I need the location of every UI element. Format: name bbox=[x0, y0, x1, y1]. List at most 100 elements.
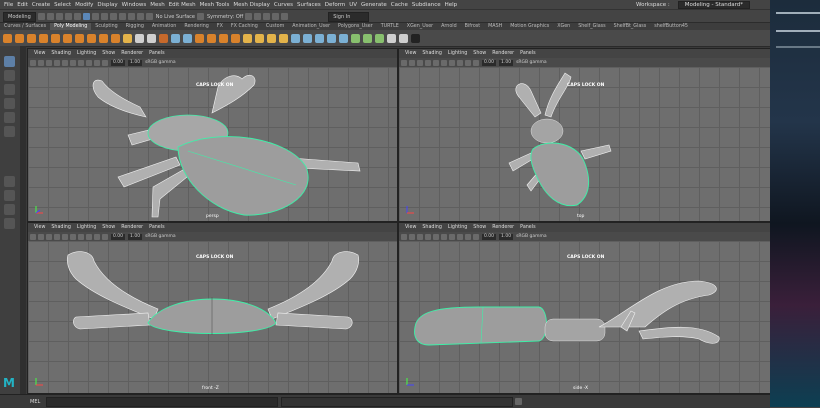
wireframe-icon[interactable] bbox=[417, 59, 423, 66]
exposure-field[interactable]: 0.00 bbox=[482, 233, 497, 240]
panel-menu-view[interactable]: View bbox=[405, 225, 416, 230]
shadows-icon[interactable] bbox=[449, 233, 455, 240]
select-component-icon[interactable] bbox=[100, 13, 108, 20]
gamma-field[interactable]: 1.00 bbox=[499, 233, 514, 240]
script-editor-icon[interactable] bbox=[515, 398, 523, 405]
xray-icon[interactable] bbox=[102, 59, 108, 66]
panel-menu-show[interactable]: Show bbox=[102, 51, 115, 56]
shadows-icon[interactable] bbox=[78, 233, 84, 240]
menu-modify[interactable]: Modify bbox=[75, 2, 93, 8]
snap-view-plane-icon[interactable] bbox=[136, 13, 144, 20]
menu-windows[interactable]: Windows bbox=[122, 2, 147, 8]
poly-plane-icon[interactable] bbox=[63, 33, 72, 43]
ipr-render-icon[interactable] bbox=[254, 13, 262, 20]
lights-icon[interactable] bbox=[441, 233, 447, 240]
poly-disc-icon[interactable] bbox=[75, 33, 84, 43]
target-weld-icon[interactable] bbox=[303, 33, 312, 43]
smooth-icon[interactable] bbox=[183, 33, 192, 43]
grid-icon[interactable] bbox=[38, 233, 44, 240]
insert-edge-loop-icon[interactable] bbox=[339, 33, 348, 43]
symmetry-icon[interactable] bbox=[197, 13, 204, 20]
isolate-icon[interactable] bbox=[465, 59, 471, 66]
connect-icon[interactable] bbox=[315, 33, 324, 43]
menu-curves[interactable]: Curves bbox=[274, 2, 293, 8]
symmetry-dropdown[interactable]: Symmetry: Off bbox=[207, 14, 243, 20]
poly-pipe-icon[interactable] bbox=[99, 33, 108, 43]
wireframe-icon[interactable] bbox=[417, 233, 423, 240]
snap-grid-icon[interactable] bbox=[109, 13, 117, 20]
ao-icon[interactable] bbox=[457, 59, 463, 66]
smooth-shade-icon[interactable] bbox=[425, 59, 431, 66]
bevel-icon[interactable] bbox=[267, 33, 276, 43]
rotate-tool-icon[interactable] bbox=[4, 112, 15, 123]
custom-shelf-button-icon[interactable] bbox=[411, 33, 420, 43]
lights-icon[interactable] bbox=[70, 59, 76, 66]
panel-menu-renderer[interactable]: Renderer bbox=[121, 225, 143, 230]
panel-menu-panels[interactable]: Panels bbox=[149, 225, 164, 230]
color-space-dropdown[interactable]: sRGB gamma bbox=[145, 60, 176, 65]
paint-select-tool-icon[interactable] bbox=[4, 84, 15, 95]
menu-edit-mesh[interactable]: Edit Mesh bbox=[169, 2, 196, 8]
sign-in-button[interactable]: Sign In bbox=[328, 11, 370, 22]
panel-menu-show[interactable]: Show bbox=[102, 225, 115, 230]
menu-deform[interactable]: Deform bbox=[325, 2, 345, 8]
select-tool-icon[interactable] bbox=[4, 56, 15, 67]
wireframe-icon[interactable] bbox=[46, 233, 52, 240]
textured-icon[interactable] bbox=[62, 59, 68, 66]
hypershade-icon[interactable] bbox=[272, 13, 280, 20]
viewport-canvas[interactable]: CAPS LOCK ON top bbox=[399, 67, 770, 221]
panel-menu-renderer[interactable]: Renderer bbox=[492, 225, 514, 230]
panel-menu-panels[interactable]: Panels bbox=[520, 51, 535, 56]
shadows-icon[interactable] bbox=[449, 59, 455, 66]
lights-icon[interactable] bbox=[70, 233, 76, 240]
panel-menu-shading[interactable]: Shading bbox=[51, 225, 71, 230]
xray-icon[interactable] bbox=[102, 233, 108, 240]
quad-draw-icon[interactable] bbox=[327, 33, 336, 43]
panel-menu-renderer[interactable]: Renderer bbox=[492, 51, 514, 56]
snap-point-icon[interactable] bbox=[127, 13, 135, 20]
ao-icon[interactable] bbox=[457, 233, 463, 240]
ao-icon[interactable] bbox=[86, 233, 92, 240]
delete-history-icon[interactable] bbox=[399, 33, 408, 43]
redo-icon[interactable] bbox=[73, 13, 81, 20]
gamma-field[interactable]: 1.00 bbox=[128, 59, 143, 66]
open-scene-icon[interactable] bbox=[46, 13, 54, 20]
textured-icon[interactable] bbox=[433, 59, 439, 66]
automatic-uv-icon[interactable] bbox=[363, 33, 372, 43]
viewport-canvas[interactable]: CAPS LOCK ON side -X bbox=[399, 241, 770, 393]
xray-icon[interactable] bbox=[473, 59, 479, 66]
viewport-canvas[interactable]: CAPS LOCK ON persp bbox=[28, 67, 397, 221]
color-space-dropdown[interactable]: sRGB gamma bbox=[516, 60, 547, 65]
type-tool-icon[interactable] bbox=[135, 33, 144, 43]
camera-icon[interactable] bbox=[401, 59, 407, 66]
planar-uv-icon[interactable] bbox=[351, 33, 360, 43]
exposure-field[interactable]: 0.00 bbox=[111, 233, 126, 240]
smooth-shade-icon[interactable] bbox=[54, 59, 60, 66]
menu-file[interactable]: File bbox=[4, 2, 13, 8]
viewport-front[interactable]: View Shading Lighting Show Renderer Pane… bbox=[27, 222, 398, 394]
render-settings-icon[interactable] bbox=[263, 13, 271, 20]
select-object-icon[interactable] bbox=[91, 13, 99, 20]
menu-help[interactable]: Help bbox=[445, 2, 458, 8]
panel-menu-shading[interactable]: Shading bbox=[422, 51, 442, 56]
exposure-field[interactable]: 0.00 bbox=[482, 59, 497, 66]
panel-menu-renderer[interactable]: Renderer bbox=[121, 51, 143, 56]
panel-menu-lighting[interactable]: Lighting bbox=[448, 225, 467, 230]
panel-menu-panels[interactable]: Panels bbox=[520, 225, 535, 230]
viewport-canvas[interactable]: CAPS LOCK ON front -Z bbox=[28, 241, 397, 393]
platonic-solid-icon[interactable] bbox=[87, 33, 96, 43]
undo-icon[interactable] bbox=[64, 13, 72, 20]
menu-display[interactable]: Display bbox=[97, 2, 117, 8]
mel-input[interactable] bbox=[46, 396, 279, 407]
camera-icon[interactable] bbox=[401, 233, 407, 240]
side-by-side-layout-icon[interactable] bbox=[4, 204, 15, 215]
poly-sphere-icon[interactable] bbox=[3, 33, 12, 43]
poly-cone-icon[interactable] bbox=[39, 33, 48, 43]
new-scene-icon[interactable] bbox=[37, 13, 45, 20]
textured-icon[interactable] bbox=[433, 233, 439, 240]
separate-icon[interactable] bbox=[171, 33, 180, 43]
menu-create[interactable]: Create bbox=[32, 2, 50, 8]
uv-editor-icon[interactable] bbox=[375, 33, 384, 43]
viewport-persp[interactable]: View Shading Lighting Show Renderer Pane… bbox=[27, 48, 398, 222]
isolate-icon[interactable] bbox=[465, 233, 471, 240]
